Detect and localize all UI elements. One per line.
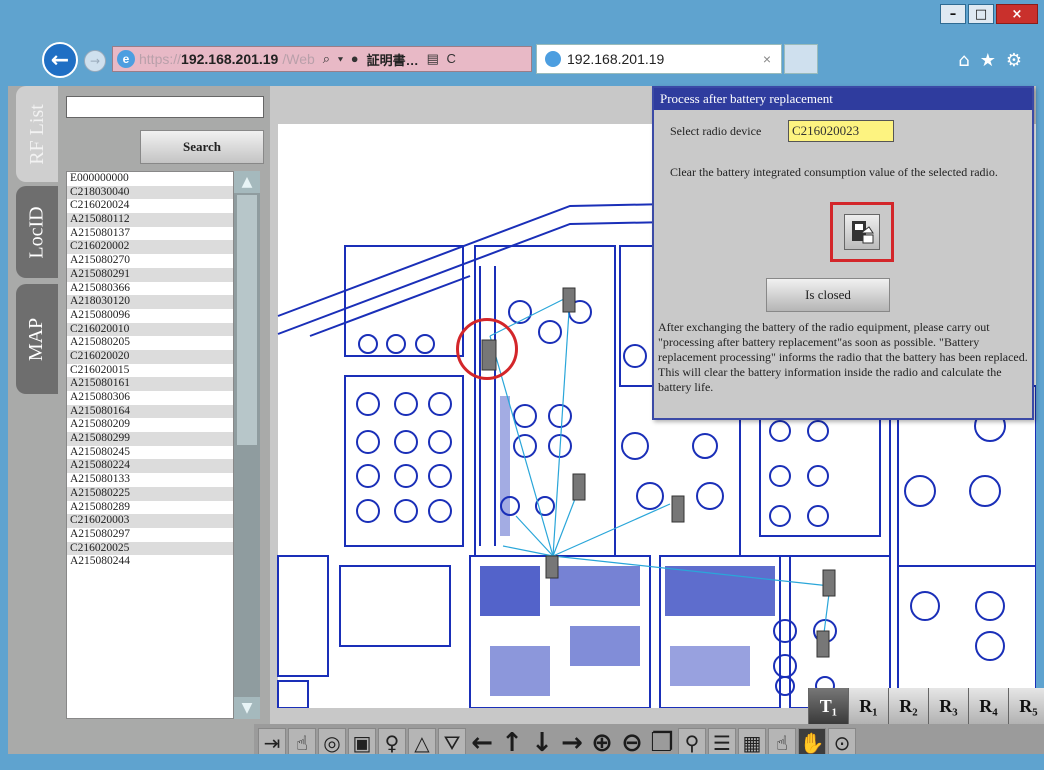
- search-dropdown-icon[interactable]: ⌕ ▾ ●: [323, 51, 361, 67]
- list-item[interactable]: A215080366: [67, 282, 233, 296]
- list-item[interactable]: A215080289: [67, 501, 233, 515]
- address-bar-row: ← → e https:// 192.168.201.19 /Web ⌕ ▾ ●…: [34, 38, 1034, 82]
- layer-toolbar: T₁ R₁ R₂ R₃ R₄ R₅: [808, 688, 1044, 724]
- list-item[interactable]: C216020003: [67, 514, 233, 528]
- list-item[interactable]: C216020015: [67, 364, 233, 378]
- url-scheme: https://: [139, 51, 182, 67]
- list-item[interactable]: A215080297: [67, 528, 233, 542]
- rf-id-list[interactable]: E000000000 C218030040 C216020024 A215080112…: [66, 171, 234, 719]
- list-item[interactable]: A215080291: [67, 267, 233, 282]
- list-item[interactable]: A215080096: [67, 309, 233, 323]
- layer-r4-button[interactable]: R₄: [968, 688, 1008, 724]
- browser-window: – □ × ← → e https:// 192.168.201.19 /Web…: [0, 0, 1044, 770]
- battery-replacement-dialog: Process after battery replacement Select…: [652, 86, 1034, 420]
- scroll-thumb[interactable]: [237, 195, 257, 445]
- minimize-button[interactable]: –: [940, 4, 966, 24]
- search-button[interactable]: Search: [140, 130, 264, 164]
- dialog-note: After exchanging the battery of the radi…: [658, 320, 1028, 394]
- favorites-star-icon[interactable]: ★: [980, 50, 996, 71]
- layer-r5-button[interactable]: R₅: [1008, 688, 1044, 724]
- select-device-label: Select radio device: [670, 124, 762, 138]
- list-item[interactable]: A215080209: [67, 418, 233, 432]
- battery-reset-icon: [852, 221, 874, 244]
- tab-rf-list[interactable]: RF List: [16, 86, 58, 182]
- list-item[interactable]: A215080205: [67, 336, 233, 350]
- list-item[interactable]: E000000000: [67, 172, 233, 186]
- list-item[interactable]: A218030120: [67, 295, 233, 309]
- list-item[interactable]: A215080270: [67, 254, 233, 268]
- list-item[interactable]: A215080245: [67, 446, 233, 460]
- device-id-field[interactable]: C216020023: [788, 120, 894, 142]
- window-controls: – □ ×: [940, 4, 1038, 24]
- selected-device-highlight: [456, 318, 518, 380]
- url-host: 192.168.201.19: [181, 51, 279, 67]
- clear-description: Clear the battery integrated consumption…: [670, 165, 998, 179]
- home-icon[interactable]: ⌂: [958, 50, 969, 71]
- settings-gear-icon[interactable]: ⚙: [1006, 50, 1022, 71]
- back-arrow-icon[interactable]: ←: [42, 42, 78, 78]
- tab-map-label: MAP: [25, 317, 48, 361]
- maximize-button[interactable]: □: [968, 4, 994, 24]
- address-bar[interactable]: e https:// 192.168.201.19 /Web ⌕ ▾ ● 証明書…: [112, 46, 532, 72]
- new-tab-button[interactable]: [784, 44, 818, 74]
- dialog-title: Process after battery replacement: [654, 88, 1032, 110]
- side-tabs: RF List LocID MAP: [16, 86, 58, 406]
- list-item[interactable]: C216020025: [67, 541, 233, 556]
- tab-locid[interactable]: LocID: [16, 186, 58, 278]
- list-item[interactable]: A215080112: [67, 213, 233, 227]
- layer-r1-button[interactable]: R₁: [848, 688, 888, 724]
- tab-rf-list-label: RF List: [25, 103, 48, 165]
- clear-battery-button[interactable]: [844, 214, 880, 250]
- scroll-up-icon[interactable]: ▲: [234, 171, 260, 193]
- tab-title: 192.168.201.19: [567, 51, 665, 67]
- url-path: /Web: [282, 51, 315, 67]
- is-closed-button[interactable]: Is closed: [766, 278, 890, 312]
- ie-logo-icon: [545, 51, 561, 67]
- list-item[interactable]: A215080225: [67, 486, 233, 501]
- tab-map[interactable]: MAP: [16, 284, 58, 394]
- ie-logo-icon: e: [117, 50, 135, 68]
- list-item[interactable]: A215080133: [67, 473, 233, 487]
- list-item[interactable]: A215080244: [67, 555, 233, 569]
- list-item[interactable]: C216020010: [67, 322, 233, 337]
- list-item[interactable]: A215080164: [67, 404, 233, 419]
- list-item[interactable]: C216020024: [67, 199, 233, 213]
- list-item[interactable]: C216020020: [67, 349, 233, 364]
- close-button[interactable]: ×: [996, 4, 1038, 24]
- layer-r3-button[interactable]: R₃: [928, 688, 968, 724]
- list-item[interactable]: A215080137: [67, 227, 233, 241]
- refresh-icon[interactable]: ▤ C: [427, 51, 458, 67]
- status-strip: [8, 754, 1044, 770]
- search-input[interactable]: [66, 96, 264, 118]
- forward-arrow-icon[interactable]: →: [84, 50, 106, 72]
- list-item[interactable]: C216020002: [67, 240, 233, 255]
- clear-button-highlight: [830, 202, 894, 262]
- list-item[interactable]: A215080224: [67, 459, 233, 474]
- tab-active[interactable]: 192.168.201.19 ×: [536, 44, 782, 74]
- layer-r2-button[interactable]: R₂: [888, 688, 928, 724]
- list-scrollbar[interactable]: ▲ ▼: [234, 171, 260, 719]
- list-item[interactable]: C218030040: [67, 185, 233, 200]
- tab-locid-label: LocID: [25, 205, 48, 259]
- list-item[interactable]: A215080161: [67, 377, 233, 391]
- scroll-down-icon[interactable]: ▼: [234, 697, 260, 719]
- list-item[interactable]: A215080306: [67, 391, 233, 405]
- certificate-button[interactable]: 証明書…: [367, 50, 419, 69]
- browser-toolbar: ⌂ ★ ⚙: [958, 50, 1022, 71]
- layer-t1-button[interactable]: T₁: [808, 688, 848, 724]
- tab-close-icon[interactable]: ×: [763, 51, 771, 67]
- list-item[interactable]: A215080299: [67, 432, 233, 446]
